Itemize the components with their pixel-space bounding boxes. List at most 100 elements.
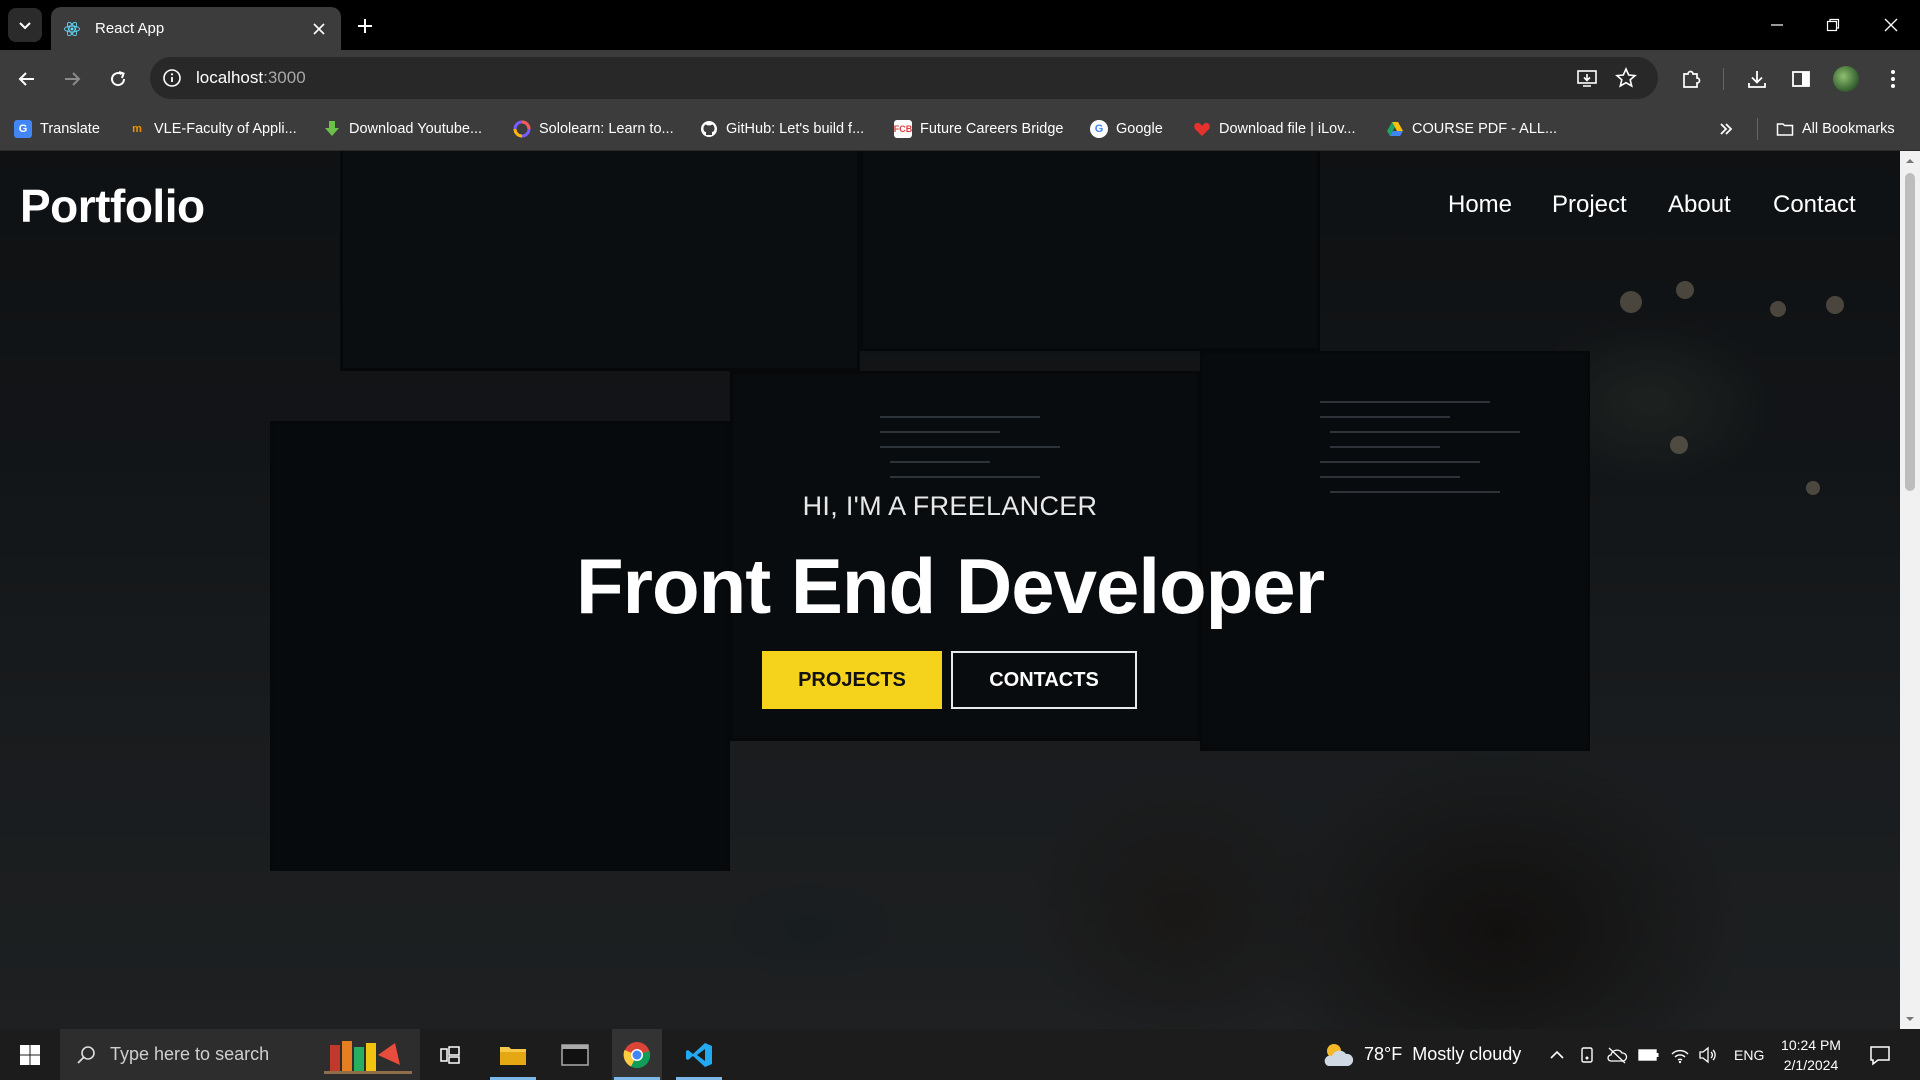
bookmark-github[interactable]: GitHub: Let's build f... [700, 107, 864, 151]
notifications-button[interactable] [1860, 1029, 1900, 1080]
browser-toolbar: localhost:3000 [0, 50, 1920, 107]
drive-icon [1387, 122, 1403, 136]
browser-tab[interactable]: React App [51, 7, 341, 50]
reload-icon [111, 71, 126, 87]
nav-about[interactable]: About [1668, 191, 1731, 219]
start-button[interactable] [0, 1029, 60, 1080]
translate-icon: G [14, 120, 32, 138]
portfolio-page: Portfolio Home Project About Contact HI,… [0, 151, 1900, 1029]
close-icon [1884, 18, 1898, 32]
wifi-icon[interactable] [1670, 1046, 1690, 1064]
bookmark-translate[interactable]: G Translate [14, 107, 100, 151]
fcb-icon: FCB [894, 120, 912, 138]
forward-button[interactable] [57, 64, 87, 94]
volume-icon[interactable] [1698, 1046, 1718, 1064]
projects-button[interactable]: PROJECTS [762, 651, 942, 709]
restore-icon [1826, 18, 1840, 32]
bookmark-label: Sololearn: Learn to... [539, 121, 674, 137]
plus-icon [358, 19, 372, 33]
sololearn-icon [513, 120, 531, 138]
bookmark-course-pdf[interactable]: COURSE PDF - ALL... [1386, 107, 1557, 151]
scroll-thumb[interactable] [1905, 173, 1915, 491]
download-arrow-icon [325, 121, 339, 136]
page-scrollbar[interactable] [1900, 151, 1920, 1029]
bookmark-ilovepdf[interactable]: Download file | iLov... [1193, 107, 1355, 151]
site-info-icon[interactable] [160, 66, 184, 90]
chrome-button[interactable] [612, 1029, 662, 1080]
close-window-button[interactable] [1876, 10, 1906, 40]
search-highlight-icon [324, 1041, 412, 1074]
google-icon: G [1090, 120, 1108, 138]
task-view-button[interactable] [430, 1029, 470, 1080]
reload-button[interactable] [103, 64, 133, 94]
site-logo[interactable]: Portfolio [20, 179, 205, 233]
minimize-icon [1771, 24, 1783, 26]
vscode-button[interactable] [674, 1029, 724, 1080]
browser-menu-button[interactable] [1878, 64, 1908, 94]
cloud-off-icon[interactable] [1606, 1046, 1628, 1064]
contacts-button[interactable]: CONTACTS [951, 651, 1137, 709]
folder-icon [1776, 123, 1794, 136]
file-explorer-button[interactable] [488, 1029, 538, 1080]
restore-button[interactable] [1818, 10, 1848, 40]
profile-avatar[interactable] [1833, 66, 1859, 92]
all-bookmarks-button[interactable]: All Bookmarks [1776, 107, 1895, 151]
nav-project[interactable]: Project [1552, 191, 1627, 219]
language-indicator[interactable]: ENG [1734, 1047, 1764, 1063]
weather-widget[interactable]: 78°F Mostly cloudy [1320, 1029, 1521, 1080]
device-icon[interactable] [1578, 1046, 1596, 1064]
clock-time: 10:24 PM [1781, 1037, 1841, 1053]
bookmark-star-icon[interactable] [1614, 66, 1638, 90]
scroll-down-icon[interactable] [1906, 1015, 1914, 1023]
install-app-icon[interactable] [1575, 66, 1599, 90]
all-bookmarks-label: All Bookmarks [1802, 121, 1895, 137]
toolbar-separator [1723, 68, 1724, 90]
terminal-icon [561, 1043, 589, 1066]
vle-icon: m [132, 123, 142, 135]
windows-taskbar: Type here to search 78°F Mostly cloudy E… [0, 1029, 1920, 1080]
more-bookmarks-button[interactable] [1718, 107, 1734, 151]
nav-home[interactable]: Home [1448, 191, 1512, 219]
site-navbar: Portfolio Home Project About Contact [0, 151, 1900, 251]
minimize-button[interactable] [1762, 10, 1792, 40]
address-bar[interactable]: localhost:3000 [150, 57, 1658, 99]
taskbar-clock[interactable]: 10:24 PM 2/1/2024 [1773, 1035, 1849, 1075]
arrow-left-icon [18, 72, 34, 86]
terminal-button[interactable] [550, 1029, 600, 1080]
system-tray: ENG [1548, 1029, 1764, 1080]
tab-strip: React App [0, 0, 1920, 50]
bookmark-vle[interactable]: m VLE-Faculty of Appli... [128, 107, 297, 151]
bookmark-download-youtube[interactable]: Download Youtube... [323, 107, 482, 151]
url-text[interactable]: localhost:3000 [196, 68, 306, 88]
heart-icon [1194, 122, 1210, 136]
extensions-button[interactable] [1676, 64, 1706, 94]
bookmark-future-careers-bridge[interactable]: FCB Future Careers Bridge [894, 107, 1063, 151]
arrow-right-icon [65, 72, 81, 86]
kebab-menu-icon [1891, 70, 1895, 88]
tab-search-button[interactable] [8, 8, 42, 42]
side-panel-icon [1792, 71, 1810, 87]
vscode-icon [686, 1042, 712, 1067]
bookmark-label: Google [1116, 121, 1163, 137]
search-icon [77, 1045, 95, 1064]
chrome-icon [623, 1041, 651, 1068]
nav-contact[interactable]: Contact [1773, 191, 1856, 219]
back-button[interactable] [12, 64, 42, 94]
search-placeholder: Type here to search [110, 1044, 270, 1064]
downloads-button[interactable] [1742, 64, 1772, 94]
tab-close-icon[interactable] [309, 19, 329, 39]
battery-icon[interactable] [1638, 1047, 1660, 1063]
new-tab-button[interactable] [352, 13, 378, 39]
clock-date: 2/1/2024 [1783, 1057, 1839, 1073]
scroll-up-icon[interactable] [1906, 157, 1914, 165]
chevron-up-icon[interactable] [1548, 1046, 1566, 1064]
bookmark-sololearn[interactable]: Sololearn: Learn to... [513, 107, 674, 151]
bookmark-google[interactable]: G Google [1090, 107, 1163, 151]
taskbar-search-box[interactable]: Type here to search [60, 1029, 420, 1080]
task-view-icon [440, 1045, 460, 1064]
side-panel-button[interactable] [1786, 64, 1816, 94]
hero-title: Front End Developer [575, 542, 1325, 630]
bookmark-label: COURSE PDF - ALL... [1412, 121, 1558, 137]
download-icon [1748, 71, 1766, 88]
double-chevron-right-icon [1720, 123, 1733, 135]
